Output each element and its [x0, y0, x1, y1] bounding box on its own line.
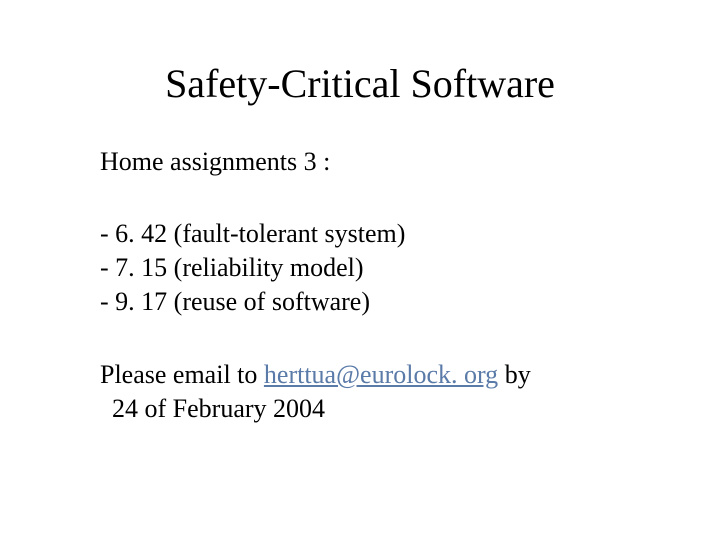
list-item: - 9. 17 (reuse of software) — [100, 285, 620, 319]
slide-title: Safety-Critical Software — [100, 60, 620, 107]
email-link[interactable]: herttua@eurolock. org — [264, 360, 498, 389]
footer-line-1: Please email to herttua@eurolock. org by — [100, 358, 620, 392]
list-item: - 6. 42 (fault-tolerant system) — [100, 217, 620, 251]
assignment-list: - 6. 42 (fault-tolerant system) - 7. 15 … — [100, 217, 620, 318]
slide-subtitle: Home assignments 3 : — [100, 147, 620, 177]
footer-suffix: by — [498, 360, 531, 389]
footer-line-2: 24 of February 2004 — [100, 392, 620, 426]
footer-prefix: Please email to — [100, 360, 264, 389]
footer-text: Please email to herttua@eurolock. org by… — [100, 358, 620, 426]
list-item: - 7. 15 (reliability model) — [100, 251, 620, 285]
